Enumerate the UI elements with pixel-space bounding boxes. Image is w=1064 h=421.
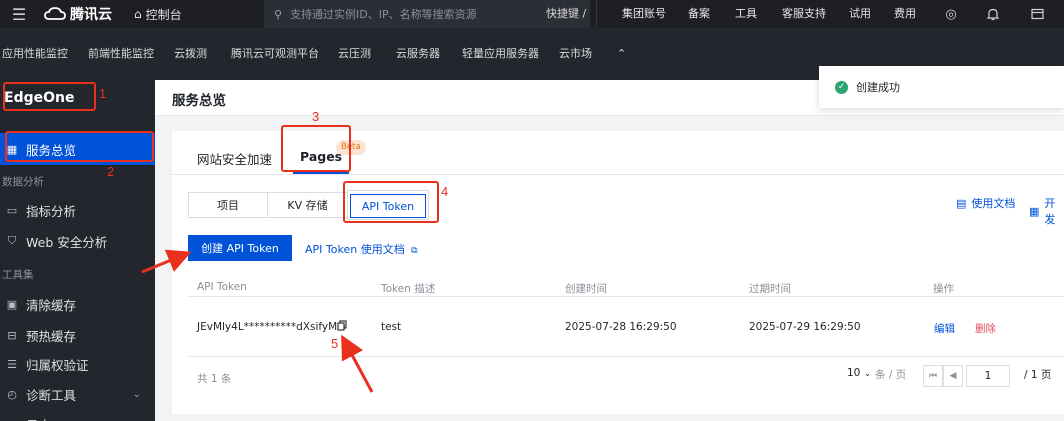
annotation-arrows: [141, 249, 374, 393]
annotation-arrow-create: [141, 249, 192, 274]
annotation-arrow-copy: [341, 334, 374, 393]
